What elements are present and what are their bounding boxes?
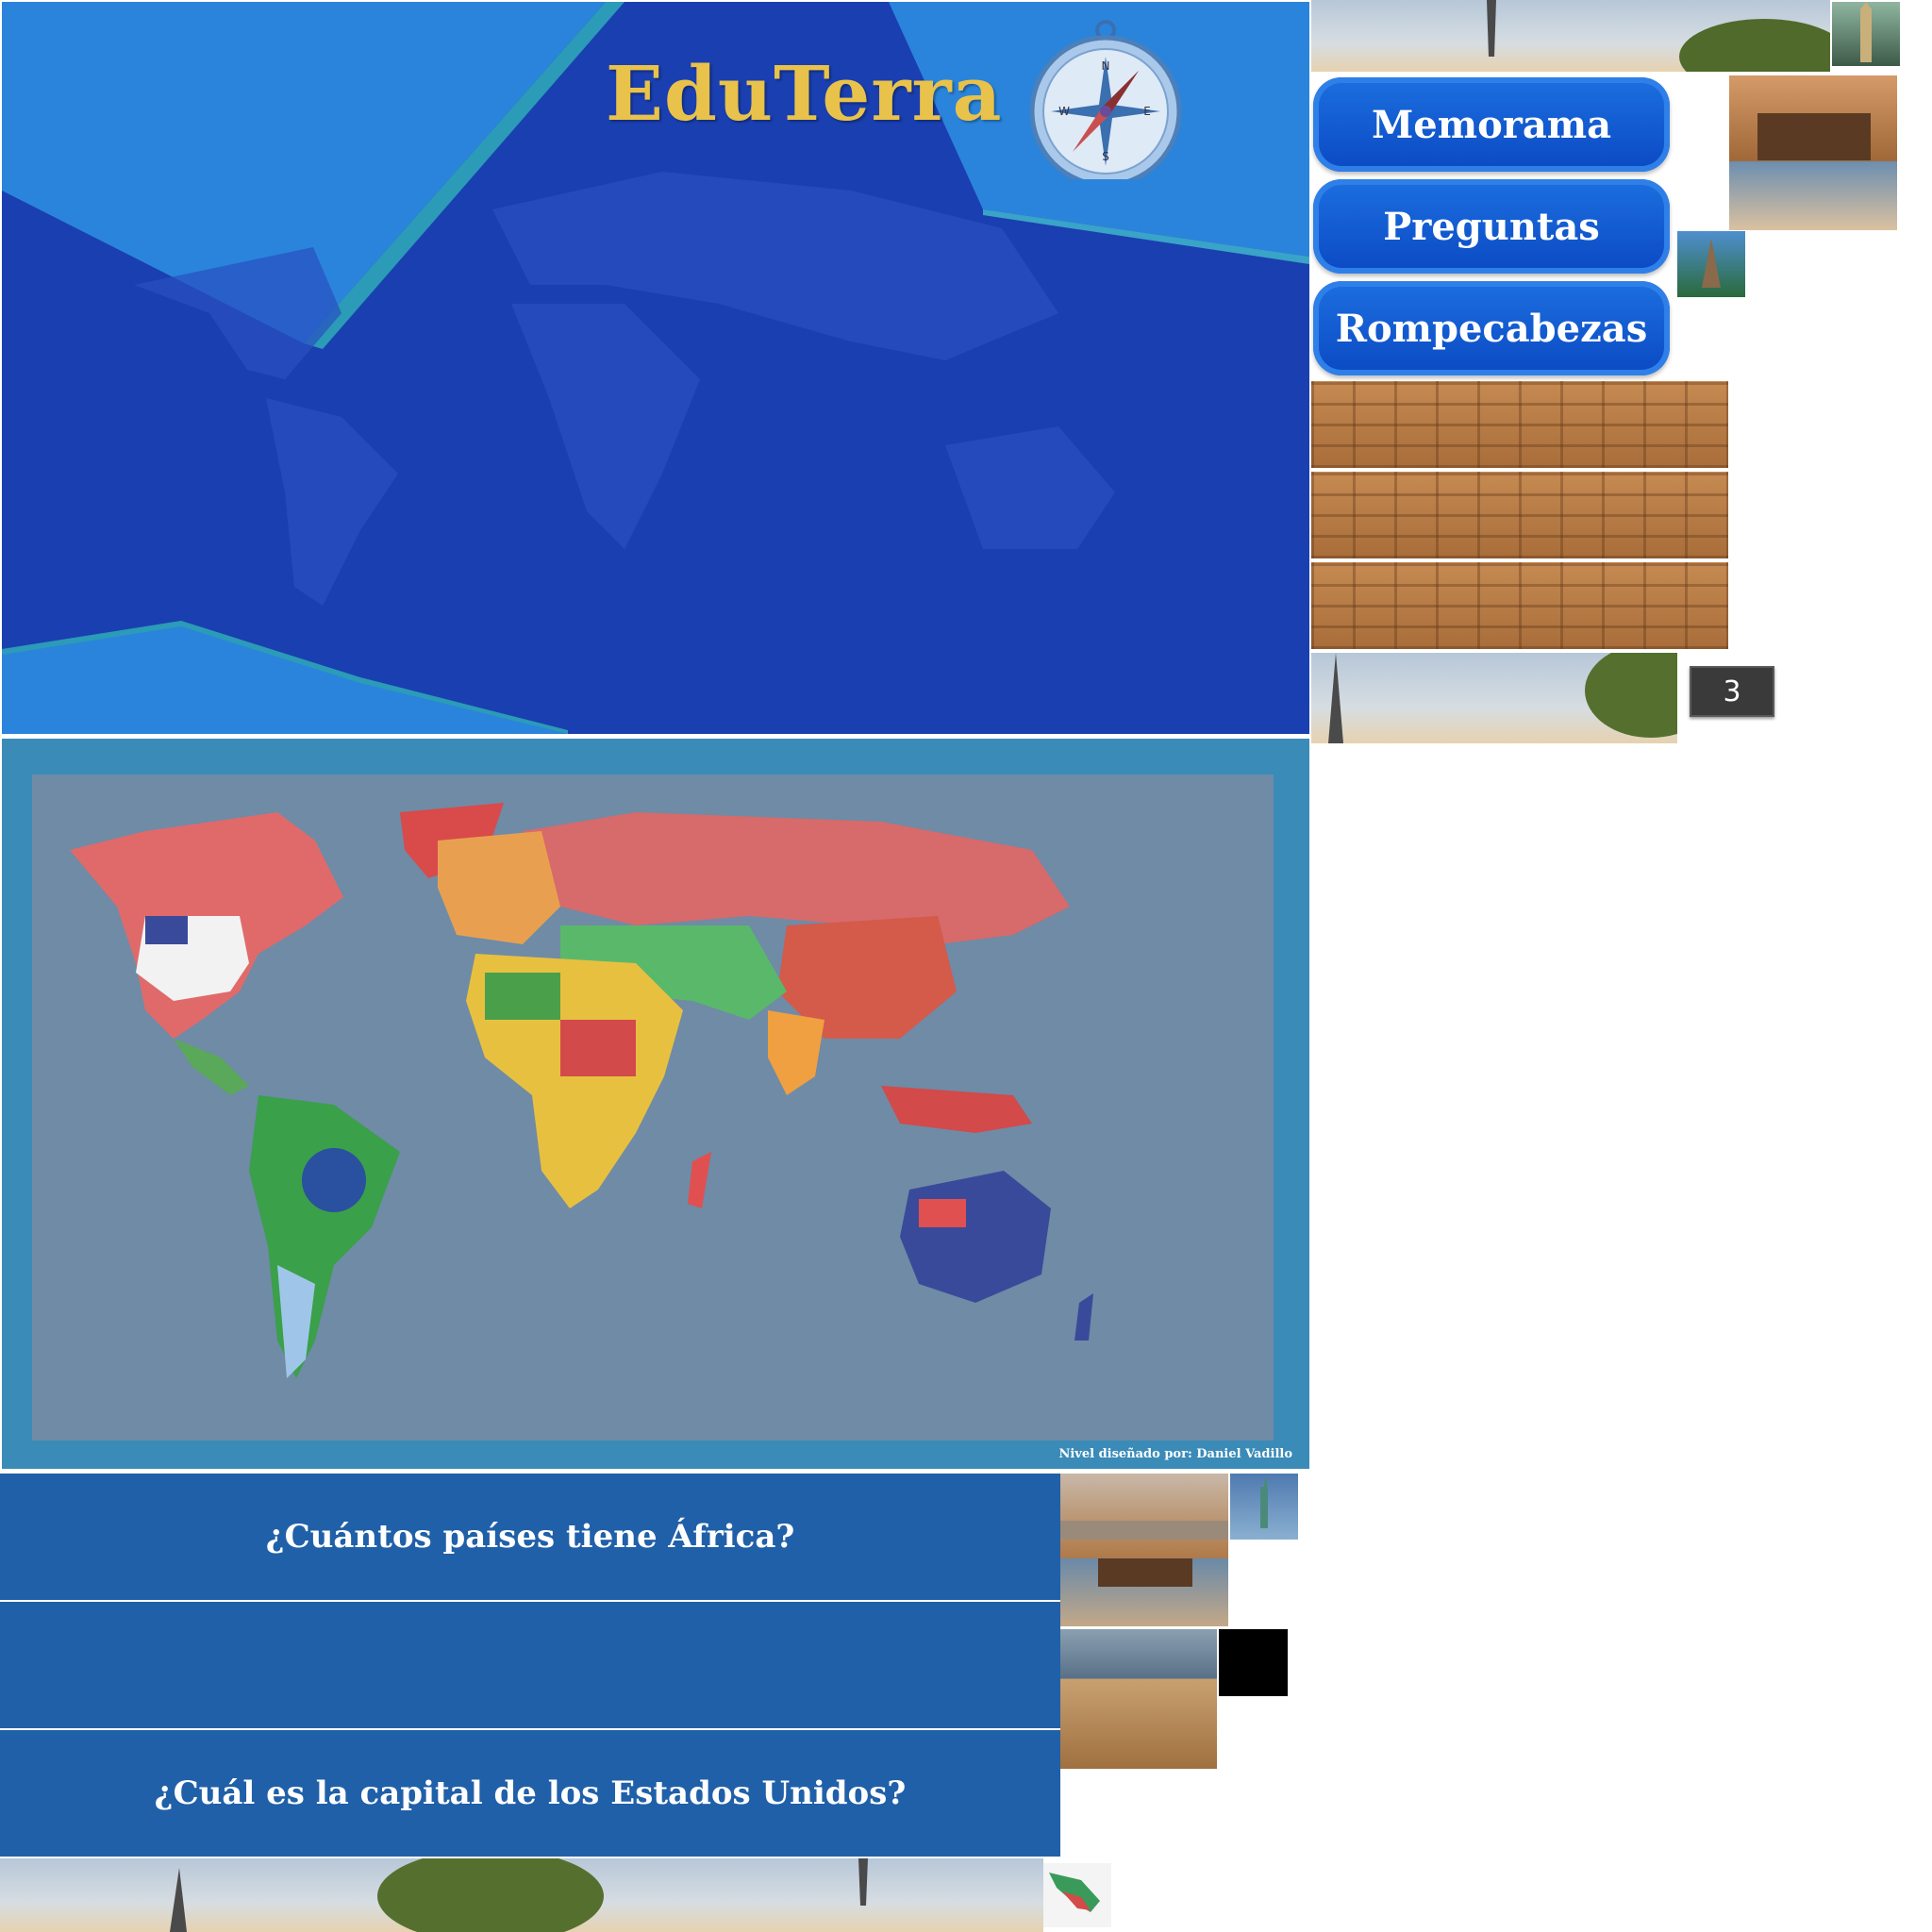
preguntas-button[interactable]: Preguntas	[1313, 179, 1670, 274]
thumb-statue-of-liberty	[1230, 1474, 1298, 1540]
thumb-big-ben	[1832, 2, 1900, 66]
question-bar-3[interactable]: ¿Cuál es la capital de los Estados Unido…	[0, 1730, 1060, 1857]
counter-badge: 3	[1690, 666, 1774, 717]
question-bar-1[interactable]: ¿Cuántos países tiene África?	[0, 1474, 1060, 1600]
world-flags-map	[70, 803, 1093, 1378]
game-title: EduTerra	[606, 49, 1003, 138]
compass-icon: N S W E	[1030, 20, 1181, 179]
question-bar-2[interactable]	[0, 1602, 1060, 1728]
map-credit: Nivel diseñado por: Daniel Vadillo	[1058, 1447, 1292, 1461]
rompecabezas-button[interactable]: Rompecabezas	[1313, 281, 1670, 375]
memorama-button[interactable]: Memorama	[1313, 77, 1670, 172]
scene-photo-bridge	[1060, 1474, 1228, 1626]
scene-photo-eiffel-bottom	[1311, 653, 1677, 743]
scene-photo-scooter-1	[1311, 381, 1728, 468]
world-map-ocean	[32, 774, 1274, 1441]
svg-text:W: W	[1058, 105, 1070, 118]
title-screen-panel: EduTerra N S W E	[2, 2, 1309, 734]
scene-photo-eiffel-strip	[0, 1858, 1043, 1932]
svg-text:N: N	[1102, 59, 1110, 73]
world-map-panel: Nivel diseñado por: Daniel Vadillo	[2, 739, 1309, 1469]
thumb-eiffel-tower	[1677, 231, 1745, 297]
scene-photo-eiffel-top	[1311, 0, 1830, 72]
scene-photo-scooter-2	[1311, 472, 1728, 558]
scene-photo-scooter-3	[1311, 562, 1728, 649]
svg-text:S: S	[1102, 150, 1109, 163]
scene-photo-boat	[1729, 75, 1897, 230]
svg-text:E: E	[1143, 105, 1151, 118]
thumb-mexico-map	[1043, 1863, 1111, 1927]
scene-photo-river-bird	[1060, 1629, 1217, 1769]
black-tile	[1219, 1629, 1288, 1696]
